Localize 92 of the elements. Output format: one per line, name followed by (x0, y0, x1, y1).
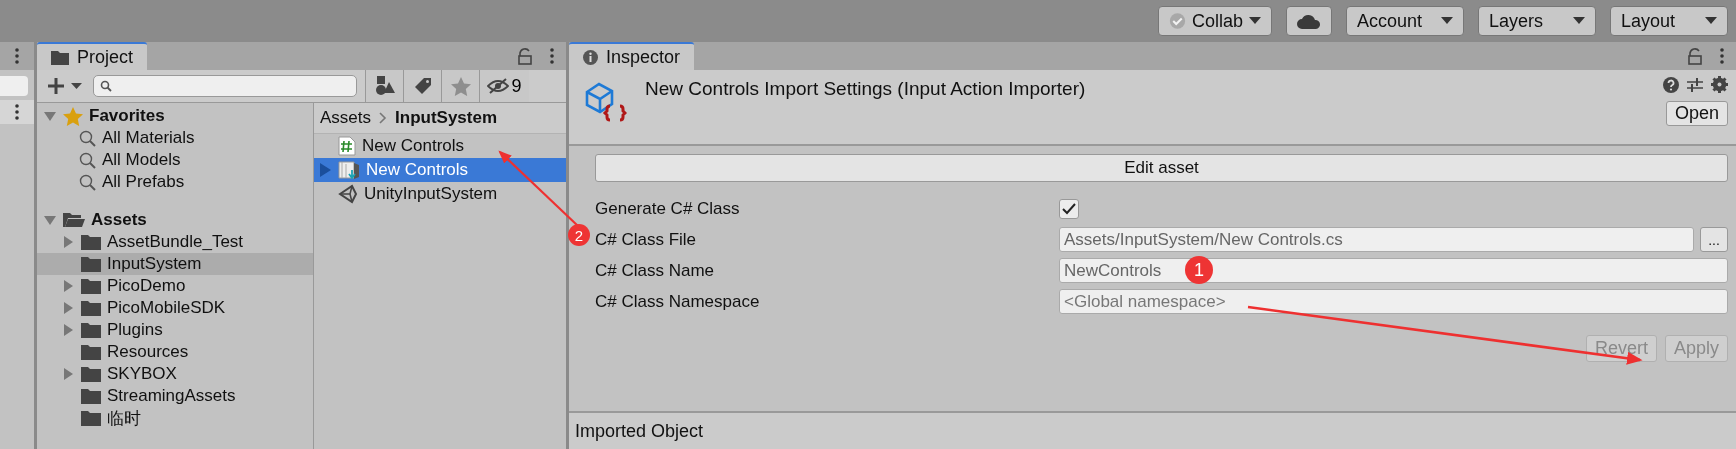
field-label: C# Class File (595, 229, 698, 250)
favorite-item[interactable]: All Prefabs (37, 171, 313, 193)
asset-item[interactable]: New Controls (314, 158, 566, 182)
folder-item[interactable]: InputSystem (37, 253, 313, 275)
plus-icon (48, 78, 82, 94)
edit-asset-button[interactable]: Edit asset (595, 154, 1728, 182)
chevron-icon (379, 112, 388, 124)
caret-icon (1249, 17, 1261, 25)
tab-label: Inspector (606, 46, 681, 68)
folder-item[interactable]: Plugins (37, 319, 313, 341)
tag-icon (413, 77, 432, 95)
field-label: Generate C# Class (595, 198, 741, 219)
cloud-button[interactable] (1286, 6, 1332, 36)
folder-item[interactable]: SKYBOX (37, 363, 313, 385)
search-icon (100, 80, 112, 92)
folder-item[interactable]: Resources (37, 341, 313, 363)
folder-item[interactable]: StreamingAssets (37, 385, 313, 407)
caret-icon (1705, 17, 1717, 25)
help-icon[interactable] (1663, 76, 1679, 93)
script-file-icon (338, 136, 356, 156)
folder-icon (81, 344, 101, 360)
cloud-icon (1297, 13, 1321, 29)
favorite-item[interactable]: All Materials (37, 127, 313, 149)
open-button[interactable]: Open (1665, 101, 1728, 126)
text-field[interactable]: <Global namespace> (1059, 289, 1728, 314)
more-icon[interactable] (550, 48, 554, 64)
search-icon (79, 129, 96, 147)
folder-icon (81, 388, 101, 404)
collab-button[interactable]: Collab (1158, 6, 1272, 36)
open-folder-icon (63, 212, 85, 228)
folder-icon (81, 322, 101, 338)
lock-icon[interactable] (518, 47, 532, 65)
project-tab[interactable]: Project (37, 42, 148, 70)
folder-item[interactable]: PicoMobileSDK (37, 297, 313, 319)
folder-icon (81, 410, 101, 426)
field-label: C# Class Namespace (595, 291, 761, 312)
collapsed-arrow-icon[interactable] (61, 367, 75, 381)
folder-icon (81, 256, 101, 272)
lock-icon[interactable] (1688, 47, 1702, 65)
breadcrumb-item[interactable]: Assets (320, 108, 372, 128)
search-field[interactable] (93, 75, 357, 97)
tab-label: Project (77, 46, 134, 68)
browse-button[interactable]: ... (1700, 227, 1728, 252)
check-circle-icon (1169, 11, 1186, 31)
collapsed-arrow-icon[interactable] (61, 279, 75, 293)
folder-icon (81, 366, 101, 382)
more-icon[interactable] (15, 104, 19, 120)
dropdown-button[interactable]: Account (1346, 6, 1464, 36)
shapes-icon (374, 76, 395, 96)
field-label: C# Class Name (595, 260, 716, 281)
expanded-arrow-icon[interactable] (43, 109, 57, 123)
tree-item[interactable]: Favorites (37, 105, 313, 127)
inspector-tab[interactable]: Inspector (569, 42, 695, 70)
settings-icon[interactable] (1711, 76, 1728, 93)
unity-cube-icon (338, 184, 358, 204)
asset-item[interactable]: New Controls (314, 134, 566, 158)
folder-icon (81, 278, 101, 294)
asset-file-icon (338, 160, 360, 180)
folder-icon (51, 49, 69, 65)
inspector-title: New Controls Import Settings (Input Action Importer) (645, 78, 1086, 99)
breadcrumb-item[interactable]: InputSystem (395, 108, 498, 128)
search-icon (79, 173, 96, 191)
collapsed-arrow-icon[interactable] (61, 323, 75, 337)
star-icon (450, 76, 471, 96)
info-icon (583, 49, 598, 65)
expanded-arrow-icon[interactable] (43, 213, 57, 227)
search-field[interactable] (0, 76, 28, 96)
cube-braces-icon (583, 80, 627, 124)
checkbox[interactable] (1059, 198, 1079, 219)
folder-item[interactable]: PicoDemo (37, 275, 313, 297)
dropdown-button[interactable]: Layers (1478, 6, 1596, 36)
folder-icon (81, 300, 101, 316)
search-icon (79, 151, 96, 169)
more-icon[interactable] (1720, 48, 1724, 64)
dropdown-button[interactable]: Layout (1610, 6, 1728, 36)
text-field[interactable]: Assets/InputSystem/New Controls.cs (1059, 227, 1694, 252)
folder-icon (81, 234, 101, 250)
caret-icon (1573, 17, 1585, 25)
star-icon (63, 106, 83, 126)
collapsed-arrow-icon[interactable] (61, 235, 75, 249)
annotation-badge: 2 (568, 224, 590, 246)
favorite-item[interactable]: All Models (37, 149, 313, 171)
asset-item[interactable]: UnityInputSystem (314, 182, 566, 206)
folder-item[interactable]: AssetBundle_Test (37, 231, 313, 253)
tree-item[interactable]: Assets (37, 209, 313, 231)
hidden-eye-icon (487, 78, 510, 94)
sliders-icon[interactable] (1687, 76, 1703, 93)
caret-icon (1441, 17, 1453, 25)
section-header: Imported Object (575, 420, 704, 442)
more-icon[interactable] (15, 48, 19, 64)
folder-item[interactable]: 临时 (37, 407, 313, 429)
collapsed-arrow-icon[interactable] (61, 301, 75, 315)
